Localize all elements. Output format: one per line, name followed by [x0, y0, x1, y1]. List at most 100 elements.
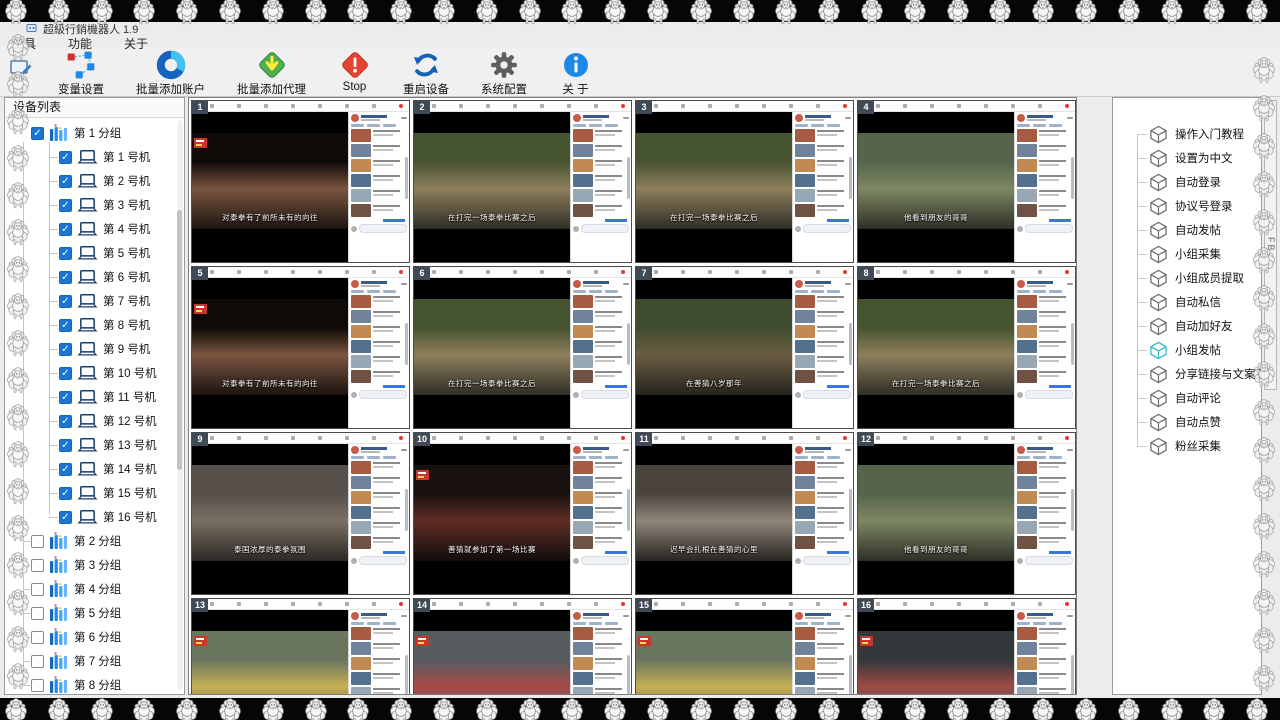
task-item-2[interactable]: 自动登录: [1113, 170, 1261, 194]
see-more-link[interactable]: [383, 219, 405, 222]
see-more-link[interactable]: [605, 385, 627, 388]
device-row[interactable]: ✓ 第 1 号机: [5, 145, 184, 169]
group-row[interactable]: ✓ 第 1 分组: [5, 121, 184, 145]
comment-box[interactable]: [573, 390, 629, 399]
more-options-icon[interactable]: [623, 615, 629, 617]
device-row[interactable]: ✓ 第 6 号机: [5, 265, 184, 289]
comment-input[interactable]: [581, 224, 629, 233]
comment-box[interactable]: [351, 556, 407, 565]
checkbox[interactable]: ✓: [59, 414, 72, 428]
feed-scrollbar[interactable]: [405, 655, 408, 694]
comment-box[interactable]: [351, 224, 407, 233]
feed-scrollbar[interactable]: [849, 489, 852, 531]
device-screen-cell[interactable]: 9 泰国浓厚的泰拳氛围: [191, 432, 410, 595]
device-screen-cell[interactable]: 1 对泰拳有了前所未有的向往: [191, 100, 410, 263]
more-options-icon[interactable]: [845, 283, 851, 285]
device-screen-cell[interactable]: 15: [635, 598, 854, 694]
comment-box[interactable]: [1017, 390, 1073, 399]
checkbox[interactable]: ✓: [59, 342, 72, 356]
toolbar-button-accounts[interactable]: 批量添加账户: [120, 47, 221, 98]
feed-scrollbar[interactable]: [405, 489, 408, 531]
checkbox[interactable]: ✓: [59, 366, 72, 380]
checkbox[interactable]: ✓: [59, 462, 72, 476]
comment-box[interactable]: [1017, 224, 1073, 233]
comment-input[interactable]: [359, 224, 407, 233]
comment-box[interactable]: [573, 556, 629, 565]
device-screen-cell[interactable]: 2 在打完一场泰拳比赛之后: [413, 100, 632, 263]
comment-input[interactable]: [803, 556, 851, 565]
comment-input[interactable]: [1025, 390, 1073, 399]
checkbox[interactable]: ✓: [59, 294, 72, 308]
group-row[interactable]: 第 5 分组: [5, 601, 184, 625]
group-row[interactable]: 第 3 分组: [5, 553, 184, 577]
device-row[interactable]: ✓ 第 15 号机: [5, 481, 184, 505]
feed-scrollbar[interactable]: [1071, 323, 1074, 365]
group-row[interactable]: 第 8 分组: [5, 673, 184, 694]
see-more-link[interactable]: [827, 551, 849, 554]
see-more-link[interactable]: [827, 385, 849, 388]
device-screen-cell[interactable]: 16: [857, 598, 1076, 694]
device-screen-cell[interactable]: 12 他看到朋友的哥哥: [857, 432, 1076, 595]
more-options-icon[interactable]: [623, 283, 629, 285]
device-screen-cell[interactable]: 4 他看到朋友的哥哥: [857, 100, 1076, 263]
see-more-link[interactable]: [1049, 551, 1071, 554]
task-item-0[interactable]: 操作入门教程: [1113, 122, 1261, 146]
device-row[interactable]: ✓ 第 8 号机: [5, 313, 184, 337]
group-row[interactable]: 第 6 分组: [5, 625, 184, 649]
right-edge-tab[interactable]: FB: [1264, 100, 1277, 390]
feed-scrollbar[interactable]: [627, 157, 630, 199]
feed-scrollbar[interactable]: [849, 655, 852, 694]
checkbox[interactable]: ✓: [59, 438, 72, 452]
more-options-icon[interactable]: [1067, 117, 1073, 119]
comment-input[interactable]: [1025, 224, 1073, 233]
comment-input[interactable]: [803, 224, 851, 233]
more-options-icon[interactable]: [845, 615, 851, 617]
checkbox[interactable]: ✓: [59, 246, 72, 260]
checkbox[interactable]: [31, 630, 44, 644]
see-more-link[interactable]: [383, 385, 405, 388]
device-row[interactable]: ✓ 第 12 号机: [5, 409, 184, 433]
checkbox[interactable]: [31, 582, 44, 596]
device-screen-cell[interactable]: 10 善猜就参加了第一场比赛: [413, 432, 632, 595]
see-more-link[interactable]: [1049, 385, 1071, 388]
more-options-icon[interactable]: [401, 117, 407, 119]
task-item-5[interactable]: 小组采集: [1113, 242, 1261, 266]
feed-scrollbar[interactable]: [627, 489, 630, 531]
comment-box[interactable]: [795, 556, 851, 565]
feed-scrollbar[interactable]: [1071, 655, 1074, 694]
device-row[interactable]: ✓ 第 13 号机: [5, 433, 184, 457]
device-row[interactable]: ✓ 第 5 号机: [5, 241, 184, 265]
feed-scrollbar[interactable]: [405, 157, 408, 199]
quick-edit-button[interactable]: [6, 57, 36, 81]
checkbox[interactable]: ✓: [59, 510, 72, 524]
feed-scrollbar[interactable]: [1071, 157, 1074, 199]
see-more-link[interactable]: [1049, 219, 1071, 222]
device-screen-cell[interactable]: 8 在打完一场泰拳比赛之后: [857, 266, 1076, 429]
feed-scrollbar[interactable]: [627, 323, 630, 365]
device-row[interactable]: ✓ 第 11 号机: [5, 385, 184, 409]
task-item-12[interactable]: 自动点赞: [1113, 410, 1261, 434]
group-row[interactable]: 第 7 分组: [5, 649, 184, 673]
menu-item-0[interactable]: 工具: [8, 33, 40, 54]
more-options-icon[interactable]: [623, 117, 629, 119]
more-options-icon[interactable]: [623, 449, 629, 451]
task-item-13[interactable]: 粉丝采集: [1113, 434, 1261, 458]
more-options-icon[interactable]: [401, 615, 407, 617]
device-screen-cell[interactable]: 13: [191, 598, 410, 694]
task-item-9[interactable]: 小组发帖: [1113, 338, 1261, 362]
device-row[interactable]: ✓ 第 16 号机: [5, 505, 184, 529]
task-item-3[interactable]: 协议号登录: [1113, 194, 1261, 218]
menu-item-1[interactable]: 功能: [64, 33, 96, 54]
checkbox[interactable]: [31, 678, 44, 692]
task-item-8[interactable]: 自动加好友: [1113, 314, 1261, 338]
device-row[interactable]: ✓ 第 9 号机: [5, 337, 184, 361]
comment-input[interactable]: [1025, 556, 1073, 565]
checkbox[interactable]: [31, 558, 44, 572]
device-screen-cell[interactable]: 11 迟早会扎根在善猜的心里: [635, 432, 854, 595]
comment-input[interactable]: [581, 556, 629, 565]
checkbox[interactable]: ✓: [59, 390, 72, 404]
checkbox[interactable]: ✓: [59, 222, 72, 236]
more-options-icon[interactable]: [845, 449, 851, 451]
device-screen-cell[interactable]: 14: [413, 598, 632, 694]
task-item-6[interactable]: 小组成员提取: [1113, 266, 1261, 290]
